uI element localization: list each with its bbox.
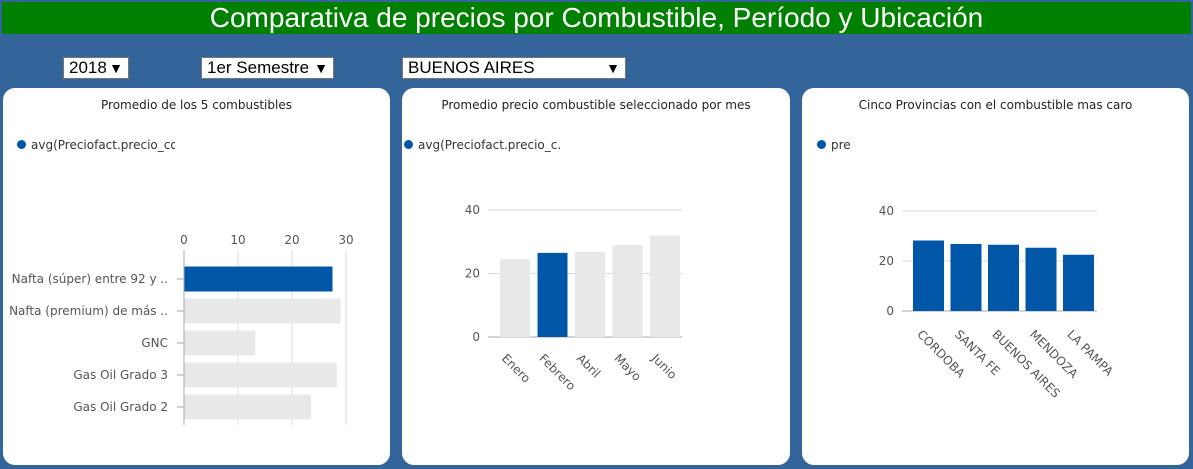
category-label: GNC [141, 336, 168, 350]
card-top-provinces: Cinco Provincias con el combustible mas … [802, 88, 1189, 465]
card-fuel-average: Promedio de los 5 combustibles avg(Preci… [3, 88, 390, 465]
bar [650, 235, 680, 337]
x-tick-label: BUENOS AIRES [989, 327, 1062, 400]
card-monthly-average: Promedio precio combustible seleccionado… [402, 88, 790, 465]
bar [1025, 247, 1057, 311]
y-tick-label: 40 [465, 203, 480, 217]
chevron-down-icon: ▼ [109, 60, 123, 76]
bar [184, 266, 333, 292]
year-select-value: 2018 [69, 58, 107, 77]
category-label: Nafta (premium) de más .. [9, 304, 168, 318]
semester-select[interactable]: 1er Semestre ▼ [201, 57, 334, 79]
chart-monthly-average: 0 20 40 Enero FebreroAbril Mayo Junio [465, 203, 682, 393]
x-tick-label: Abril [574, 351, 603, 380]
bar [575, 251, 605, 337]
bar [184, 330, 256, 356]
y-tick-label: 20 [879, 254, 894, 268]
bar [913, 240, 944, 311]
x-tick-label: 20 [284, 233, 299, 247]
chevron-down-icon: ▼ [606, 60, 620, 76]
y-tick-label: 0 [886, 304, 894, 318]
bar [184, 298, 341, 324]
bar [537, 252, 568, 337]
bar [612, 244, 643, 337]
bar [988, 244, 1019, 311]
x-tick-label: 30 [338, 233, 353, 247]
x-tick-label: Febrero [536, 351, 578, 393]
x-tick-label: Junio [648, 351, 679, 382]
location-select-value: BUENOS AIRES [408, 58, 535, 77]
page-title: Comparativa de precios por Combustible, … [2, 2, 1191, 34]
bar [184, 394, 311, 420]
chart-top-provinces: 02040CORDOBASANTA FEBUENOS AIRESMENDOZAL… [879, 204, 1117, 401]
category-label: Gas Oil Grado 2 [73, 400, 168, 414]
category-label: Nafta (súper) entre 92 y .. [12, 272, 168, 286]
y-tick-label: 0 [472, 330, 480, 344]
x-tick-label: 0 [180, 233, 188, 247]
location-select[interactable]: BUENOS AIRES ▼ [402, 57, 626, 79]
bar [184, 362, 337, 388]
semester-select-value: 1er Semestre [207, 58, 310, 77]
bar [500, 259, 530, 337]
y-tick-label: 40 [879, 204, 894, 218]
x-tick-label: Mayo [611, 351, 644, 384]
bar [950, 244, 982, 311]
chart-fuel-average: 0 10 20 30 Nafta (súper) entre 92 y .. Nafta … [9, 233, 354, 425]
year-select[interactable]: 2018 ▼ [63, 57, 129, 79]
category-label: Gas Oil Grado 3 [73, 368, 168, 382]
bar [1063, 254, 1094, 311]
x-tick-label: 10 [230, 233, 245, 247]
chevron-down-icon: ▼ [314, 60, 328, 76]
x-tick-label: Enero [499, 351, 533, 385]
y-tick-label: 20 [465, 267, 480, 281]
